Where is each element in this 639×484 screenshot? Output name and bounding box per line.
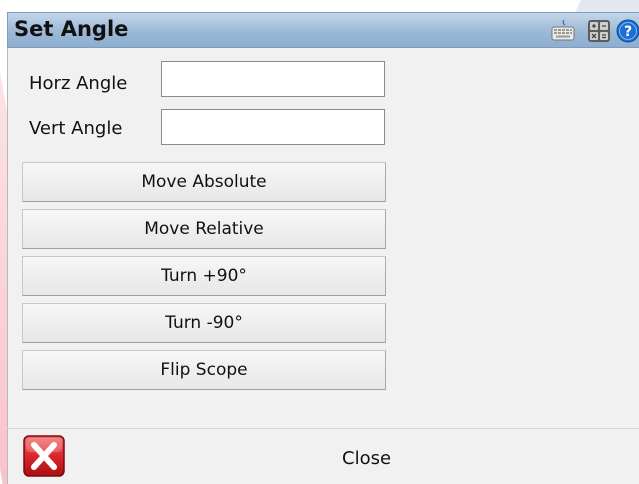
calculator-icon[interactable] [587,19,611,43]
flip-scope-button[interactable]: Flip Scope [22,350,386,390]
turn-plus-90-button[interactable]: Turn +90° [22,256,386,296]
vert-angle-label: Vert Angle [29,118,123,139]
move-absolute-button[interactable]: Move Absolute [22,162,386,202]
svg-text:?: ? [624,24,632,40]
close-button-label[interactable]: Close [342,448,391,469]
move-relative-button[interactable]: Move Relative [22,209,386,249]
window-title: Set Angle [14,17,129,41]
horz-angle-label: Horz Angle [29,73,128,94]
title-bar: Set Angle ? [7,12,639,48]
help-icon[interactable]: ? [616,19,639,43]
footer-divider [7,428,639,429]
horz-angle-input[interactable] [161,61,385,97]
keyboard-icon[interactable] [551,19,575,43]
vert-angle-input[interactable] [161,109,385,145]
turn-minus-90-button[interactable]: Turn -90° [22,303,386,343]
close-icon[interactable] [22,434,66,478]
